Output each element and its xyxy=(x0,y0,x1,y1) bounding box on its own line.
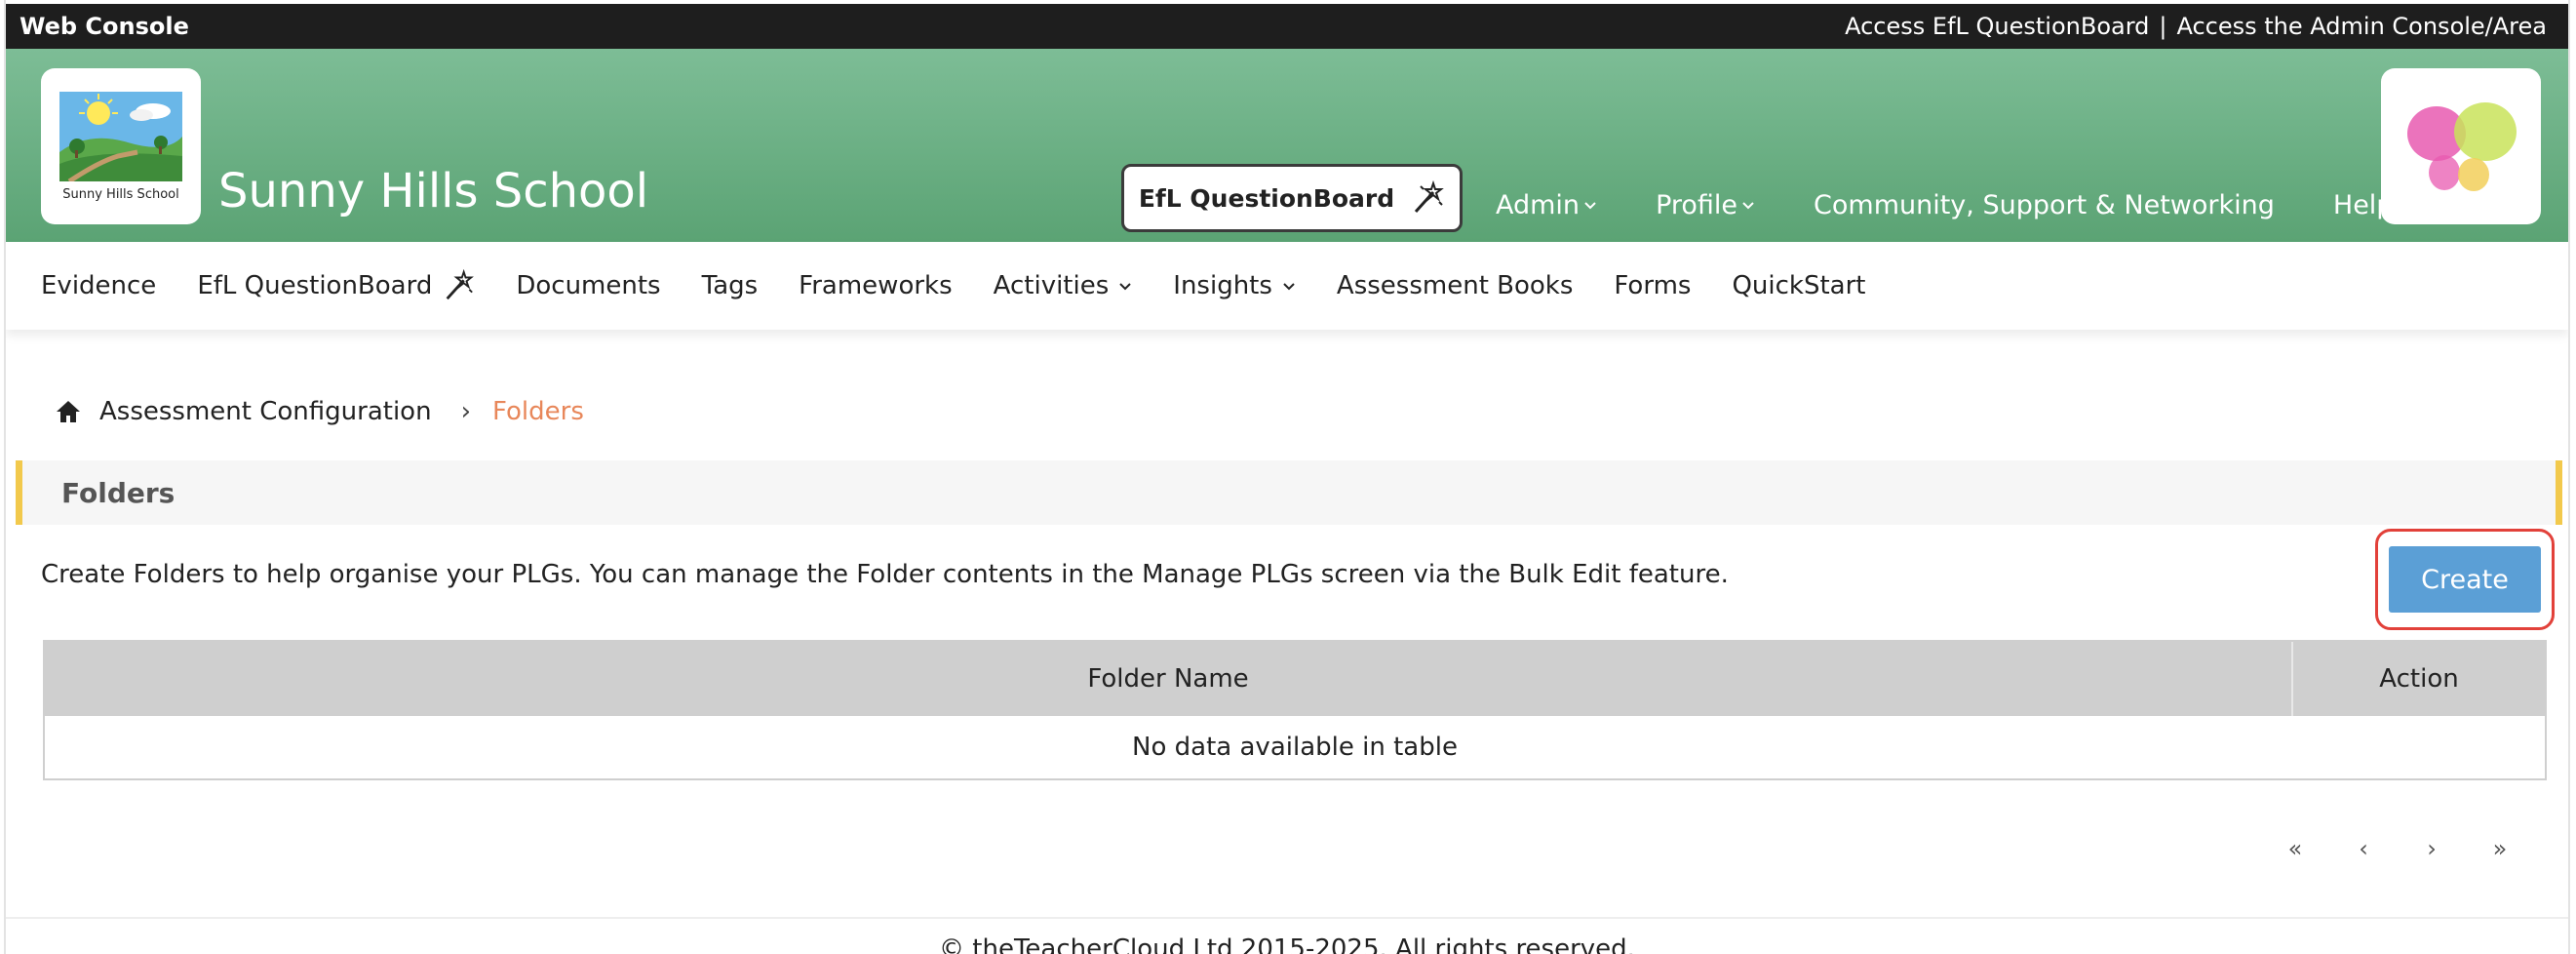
breadcrumb-assessment-configuration[interactable]: Assessment Configuration xyxy=(99,397,432,426)
table-empty-message: No data available in table xyxy=(45,716,2545,778)
nav-forms-label: Forms xyxy=(1614,271,1692,300)
section-title: Folders xyxy=(16,460,2562,525)
pager-next[interactable]: › xyxy=(2420,835,2443,862)
nav-assessment-books-label: Assessment Books xyxy=(1336,271,1574,300)
top-links-separator: | xyxy=(2159,13,2167,40)
column-folder-name[interactable]: Folder Name xyxy=(45,642,2293,716)
create-button-highlight: Create xyxy=(2375,529,2555,630)
nav-quickstart[interactable]: QuickStart xyxy=(1732,271,1865,300)
nav-insights-label: Insights xyxy=(1173,271,1272,300)
table-header: Folder Name Action xyxy=(45,642,2545,716)
chevron-down-icon xyxy=(1283,283,1295,291)
chevron-down-icon xyxy=(1584,202,1596,210)
magic-wand-icon xyxy=(1415,180,1444,214)
user-avatar[interactable] xyxy=(2381,68,2541,224)
console-title: Web Console xyxy=(20,13,189,40)
chevron-down-icon xyxy=(1119,283,1131,291)
web-console-window: Web Console Access EfL QuestionBoard | A… xyxy=(4,0,2570,954)
chevron-down-icon xyxy=(1742,202,1754,210)
top-links: Access EfL QuestionBoard | Access the Ad… xyxy=(1845,13,2547,40)
header-nav: Admin Profile Community, Support & Netwo… xyxy=(1496,185,2393,224)
nav-documents[interactable]: Documents xyxy=(516,271,660,300)
create-button[interactable]: Create xyxy=(2389,546,2541,613)
school-logo[interactable]: Sunny Hills School xyxy=(41,68,201,224)
magic-wand-icon xyxy=(446,269,475,300)
nav-activities[interactable]: Activities xyxy=(994,271,1133,300)
nav-evidence-label: Evidence xyxy=(41,271,157,300)
nav-evidence[interactable]: Evidence xyxy=(41,271,156,300)
section-description: Create Folders to help organise your PLG… xyxy=(41,560,1729,589)
breadcrumb-separator: › xyxy=(460,397,471,426)
efl-questionboard-label: EfL QuestionBoard xyxy=(1138,183,1395,213)
footer-divider xyxy=(6,917,2568,919)
pagination: « ‹ › » xyxy=(2283,835,2512,862)
pager-last[interactable]: » xyxy=(2488,835,2512,862)
school-name: Sunny Hills School xyxy=(218,164,649,219)
nav-tags[interactable]: Tags xyxy=(702,271,759,300)
nav-efl-questionboard[interactable]: EfL QuestionBoard xyxy=(197,269,475,302)
nav-activities-label: Activities xyxy=(993,271,1110,300)
folders-table: Folder Name Action No data available in … xyxy=(43,640,2547,780)
efl-questionboard-button[interactable]: EfL QuestionBoard xyxy=(1121,164,1463,232)
access-efl-questionboard-link[interactable]: Access EfL QuestionBoard xyxy=(1845,13,2149,40)
nav-frameworks[interactable]: Frameworks xyxy=(799,271,952,300)
nav-documents-label: Documents xyxy=(516,271,661,300)
nav-frameworks-label: Frameworks xyxy=(799,271,953,300)
header-nav-community[interactable]: Community, Support & Networking xyxy=(1814,190,2275,220)
nav-efl-questionboard-label: EfL QuestionBoard xyxy=(197,271,433,300)
column-action[interactable]: Action xyxy=(2293,642,2545,716)
nav-assessment-books[interactable]: Assessment Books xyxy=(1337,271,1573,300)
breadcrumb: Assessment Configuration › Folders xyxy=(55,392,584,431)
header-nav-community-label: Community, Support & Networking xyxy=(1814,189,2275,220)
header-nav-admin-label: Admin xyxy=(1496,189,1581,220)
pager-first[interactable]: « xyxy=(2283,835,2307,862)
header-nav-admin[interactable]: Admin xyxy=(1496,190,1597,220)
main-nav: Evidence EfL QuestionBoard Documents Tag… xyxy=(6,242,2568,330)
pager-previous[interactable]: ‹ xyxy=(2352,835,2375,862)
access-admin-console-link[interactable]: Access the Admin Console/Area xyxy=(2176,13,2547,40)
logo-caption: Sunny Hills School xyxy=(62,186,179,202)
landscape-logo-icon xyxy=(59,91,182,181)
header-nav-profile[interactable]: Profile xyxy=(1656,190,1755,220)
home-icon[interactable] xyxy=(55,399,82,424)
footer-copyright: © theTeacherCloud Ltd 2015-2025. All rig… xyxy=(939,934,1635,954)
school-header: Sunny Hills School Sunny Hills School Ef… xyxy=(6,49,2568,242)
nav-quickstart-label: QuickStart xyxy=(1732,271,1866,300)
nav-tags-label: Tags xyxy=(701,271,759,300)
breadcrumb-current: Folders xyxy=(491,397,584,426)
top-bar: Web Console Access EfL QuestionBoard | A… xyxy=(6,4,2568,49)
nav-insights[interactable]: Insights xyxy=(1173,271,1296,300)
nav-forms[interactable]: Forms xyxy=(1614,271,1691,300)
butterfly-logo-icon xyxy=(2407,102,2517,191)
header-nav-profile-label: Profile xyxy=(1656,189,1738,220)
